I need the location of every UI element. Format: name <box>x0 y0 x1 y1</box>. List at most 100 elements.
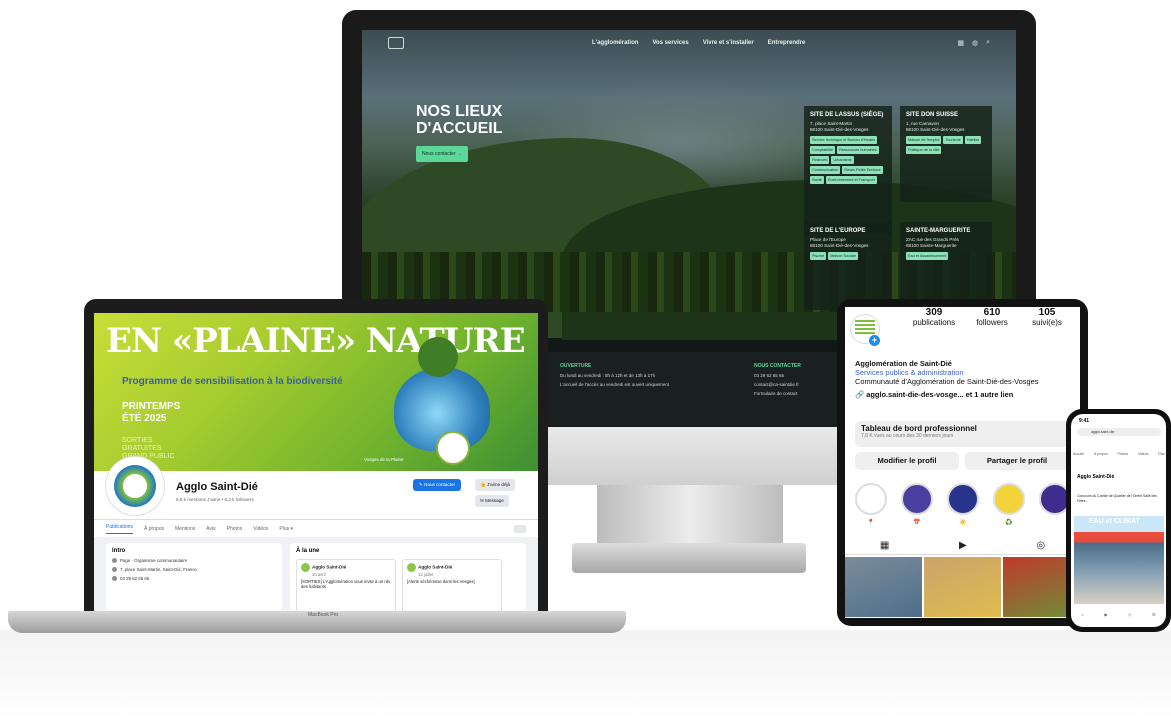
calendar-icon: 📅 <box>913 520 921 526</box>
phone-tab[interactable]: À propos <box>1094 452 1108 456</box>
message-button[interactable]: ✉ Message <box>475 495 509 507</box>
phone-url-bar[interactable]: agglo.saint-die <box>1077 428 1161 436</box>
menu-icon[interactable]: ☰ <box>1152 612 1156 617</box>
facebook-page: EN «PLAINE» NATURE ! Programme de sensib… <box>94 313 538 613</box>
site-card-city: 88100 Saint-Dié-des-Vosges <box>906 127 965 132</box>
tab-about[interactable]: À propos <box>144 526 164 532</box>
service-tag[interactable]: Relais Petite Enfance <box>842 166 883 174</box>
service-tag[interactable]: Habitat <box>964 136 981 144</box>
home-icon[interactable]: ⌂ <box>1081 612 1083 617</box>
service-tag[interactable]: Santé <box>810 176 824 184</box>
grid-icon[interactable]: ▦ <box>880 540 889 551</box>
phone-page-name[interactable]: Agglo Saint-Dié <box>1077 474 1114 480</box>
phone-tab[interactable]: Photos <box>1118 452 1129 456</box>
story-highlight[interactable] <box>993 483 1025 515</box>
service-tag[interactable]: Finances <box>810 156 830 164</box>
site-card-city: 88100 Sainte-Marguerite <box>906 243 957 248</box>
featured-heading: À la une <box>296 548 320 554</box>
site-navbar: L'agglomération Vos services Vivre et s'… <box>362 30 1016 56</box>
stat-value: 105 <box>1038 307 1056 318</box>
tagged-icon[interactable]: ◎ <box>1036 540 1045 551</box>
marketplace-icon[interactable]: ◇ <box>1128 612 1131 617</box>
story-highlight[interactable] <box>855 483 887 515</box>
post-author[interactable]: Agglo Saint-Dié <box>418 565 452 570</box>
service-tag[interactable]: Urbanisme <box>831 156 854 164</box>
story-highlight[interactable] <box>901 483 933 515</box>
more-options-button[interactable] <box>514 524 526 533</box>
share-profile-button[interactable]: Partager le profil <box>965 452 1069 470</box>
service-tag[interactable]: Eau et Assainissement <box>906 252 949 260</box>
service-tag[interactable]: Maison Sociale <box>828 252 858 260</box>
tab-videos[interactable]: Vidéos <box>253 526 268 532</box>
stat-publications[interactable]: 309 publications <box>911 307 957 327</box>
video-icon[interactable]: ▶ <box>1104 612 1107 617</box>
profile-link[interactable]: 🔗 agglo.saint-die-des-vosge... et 1 autr… <box>855 390 1075 399</box>
nav-item-vivre[interactable]: Vivre et s'installer <box>703 40 754 46</box>
footer-phone[interactable]: 03 29 52 65 65 <box>754 371 801 380</box>
nav-item-entreprendre[interactable]: Entreprendre <box>768 40 806 46</box>
edit-profile-button[interactable]: Modifier le profil <box>855 452 959 470</box>
stat-label: followers <box>976 318 1008 327</box>
footer-contact-form-link[interactable]: Formulaire de contact <box>754 389 801 398</box>
service-tag[interactable]: Politique de la ville <box>906 146 942 154</box>
tab-more[interactable]: Plus ▾ <box>279 526 293 532</box>
grid-post[interactable] <box>845 557 922 617</box>
phone-tab[interactable]: Plus <box>1158 452 1165 456</box>
site-logo[interactable] <box>388 37 404 49</box>
instagram-profile: + 309 publications 610 followers 105 sui… <box>845 307 1080 618</box>
cover-season: PRINTEMPS ÉTÉ 2025 <box>122 401 180 425</box>
stat-followers[interactable]: 610 followers <box>971 307 1013 327</box>
service-tag[interactable]: Piscine <box>810 252 827 260</box>
reels-icon[interactable]: ▶ <box>959 540 967 551</box>
tab-photos[interactable]: Photos <box>227 526 243 532</box>
contact-us-button[interactable]: ✎ Nous contacter <box>413 479 462 491</box>
info-icon <box>112 558 117 563</box>
nav-item-services[interactable]: Vos services <box>652 40 688 46</box>
featured-post[interactable]: Agglo Saint-Dié 10 avril [SORTIES] L'Agg… <box>296 559 396 613</box>
stat-value: 610 <box>983 307 1001 318</box>
stat-following[interactable]: 105 suivi(e)s <box>1025 307 1069 327</box>
nav-item-agglomeration[interactable]: L'agglomération <box>592 40 638 46</box>
service-tag[interactable]: Environnement et Transport <box>825 176 877 184</box>
story-highlight[interactable] <box>947 483 979 515</box>
search-icon[interactable]: ⌕ <box>986 39 990 47</box>
tab-mentions[interactable]: Mentions <box>175 526 195 532</box>
profile-tabs: ▦ ▶ ◎ <box>845 537 1080 555</box>
calendar-icon[interactable]: ▦ <box>957 39 964 47</box>
service-tag[interactable]: Communication <box>810 166 841 174</box>
professional-dashboard[interactable]: Tableau de bord professionnel 7,8 K vues… <box>855 421 1069 447</box>
site-card-city: 88100 Saint-Dié-des-Vosges <box>810 243 869 248</box>
cover-subtitle: Programme de sensibilisation à la biodiv… <box>122 376 343 387</box>
hero-title: NOS LIEUX D'ACCUEIL <box>416 103 503 137</box>
cover-photo[interactable]: EN «PLAINE» NATURE ! Programme de sensib… <box>94 313 538 471</box>
avatar[interactable] <box>106 457 164 515</box>
location-icon <box>112 567 117 572</box>
grid-post[interactable] <box>924 557 1001 617</box>
phone-tab[interactable]: Accueil <box>1073 452 1084 456</box>
post-author[interactable]: Agglo Saint-Dié <box>312 565 346 570</box>
liked-button[interactable]: 👍 J'aime déjà <box>475 479 516 491</box>
tab-reviews[interactable]: Avis <box>206 526 215 532</box>
footer-email[interactable]: contact@ca-saintdie.fr <box>754 380 801 389</box>
intro-row-text: Page · Organisme communautaire <box>120 558 188 563</box>
tab-publications[interactable]: Publications <box>106 524 133 534</box>
intro-row-text[interactable]: 7, place Saint-Martin, Saint-Dié, France <box>120 567 197 572</box>
phone-post-image[interactable] <box>1074 516 1164 604</box>
add-story-icon[interactable]: + <box>869 335 880 346</box>
service-tag[interactable]: Ressources humaines <box>837 146 879 154</box>
service-tag[interactable]: Tourisme <box>943 136 963 144</box>
service-tag[interactable]: Comptabilité <box>810 146 836 154</box>
post-grid <box>845 557 1080 618</box>
footer-heading: NOUS CONTACTER <box>754 363 801 369</box>
service-tag[interactable]: Service technique et Bureau d'études <box>810 136 877 144</box>
footer-heading: OUVERTURE <box>560 363 592 369</box>
phone-tab[interactable]: Vidéos <box>1138 452 1148 456</box>
page-tabs: Publications À propos Mentions Avis Phot… <box>94 519 538 537</box>
site-card-title: SITE DE LASSUS (SIÈGE) <box>810 112 884 118</box>
featured-post[interactable]: Agglo Saint-Dié 12 juillet [Alerte séche… <box>402 559 502 613</box>
accessibility-icon[interactable]: ◍ <box>972 39 978 47</box>
contact-button[interactable]: Nous contacter → <box>416 146 469 162</box>
status-time: 9:41 <box>1079 418 1090 424</box>
intro-row-text[interactable]: 03 29 52 65 65 <box>120 576 149 581</box>
service-tag[interactable]: Maison de l'emploi <box>906 136 942 144</box>
